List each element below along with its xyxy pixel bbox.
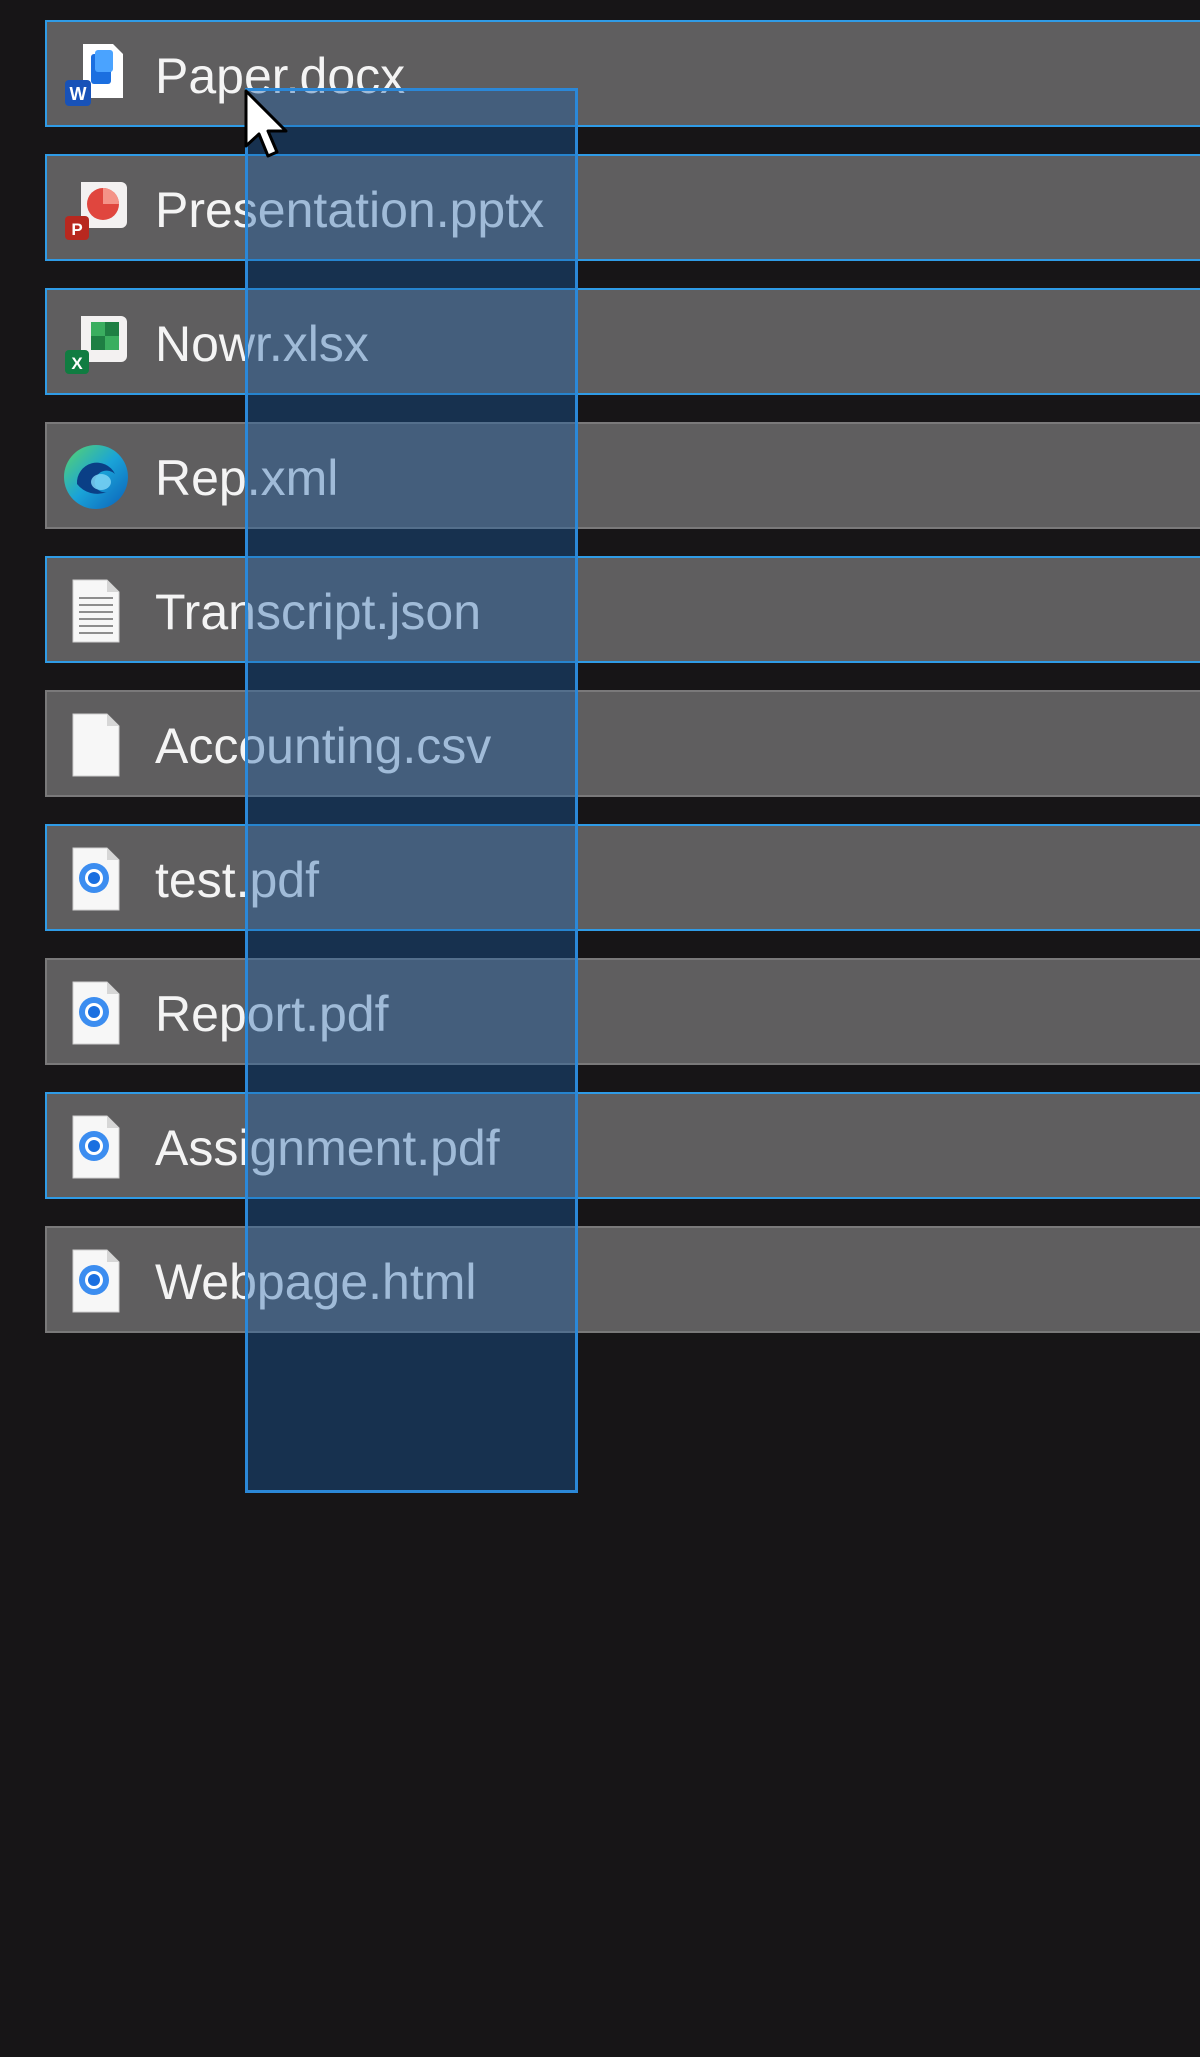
file-row[interactable]: W Paper.docx xyxy=(45,20,1200,127)
chrome-document-icon xyxy=(61,1246,131,1316)
file-explorer-view: W Paper.docx P Presentation.pptx X Nowr.… xyxy=(0,0,1200,2057)
svg-text:P: P xyxy=(71,220,82,239)
svg-text:W: W xyxy=(70,84,87,104)
file-row[interactable]: test.pdf xyxy=(45,824,1200,931)
file-row[interactable]: Transcript.json xyxy=(45,556,1200,663)
chrome-document-icon xyxy=(61,844,131,914)
excel-document-icon: X xyxy=(61,308,131,378)
blank-document-icon xyxy=(61,710,131,780)
file-row[interactable]: X Nowr.xlsx xyxy=(45,288,1200,395)
file-row[interactable]: P Presentation.pptx xyxy=(45,154,1200,261)
chrome-document-icon xyxy=(61,1112,131,1182)
edge-browser-icon xyxy=(61,442,131,512)
word-document-icon: W xyxy=(61,40,131,110)
file-row[interactable]: Rep.xml xyxy=(45,422,1200,529)
selection-marquee xyxy=(245,88,578,1493)
file-row[interactable]: Webpage.html xyxy=(45,1226,1200,1333)
file-row[interactable]: Assignment.pdf xyxy=(45,1092,1200,1199)
file-row[interactable]: Report.pdf xyxy=(45,958,1200,1065)
svg-text:X: X xyxy=(71,354,83,373)
mouse-pointer-icon xyxy=(243,88,293,160)
text-document-icon xyxy=(61,576,131,646)
chrome-document-icon xyxy=(61,978,131,1048)
file-row[interactable]: Accounting.csv xyxy=(45,690,1200,797)
powerpoint-document-icon: P xyxy=(61,174,131,244)
